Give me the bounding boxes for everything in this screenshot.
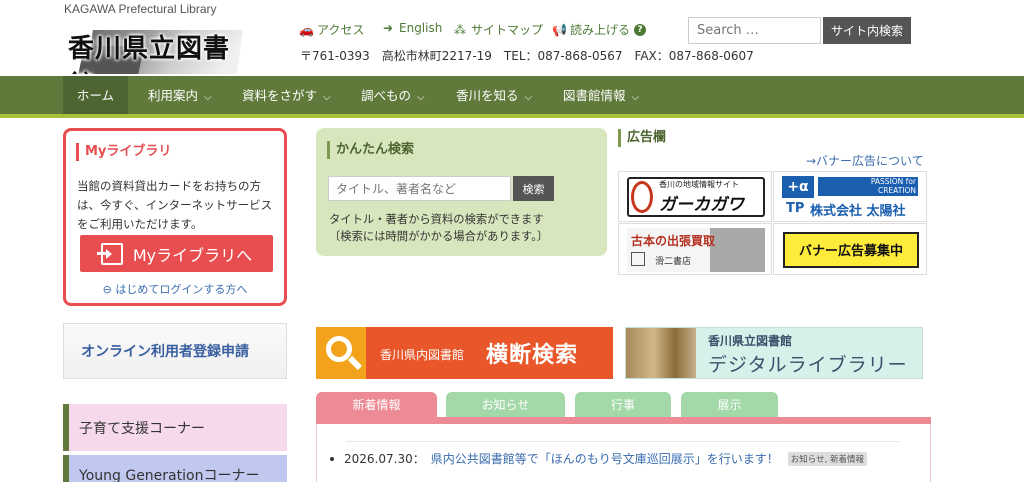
news-item: 2026.07.30： 県内公共図書館等で「ほんのもり号文庫巡回展示」を行います… [330,450,867,467]
ad-banner-furuhon[interactable]: 古本の出張買取 滑二書店 [618,223,772,275]
header-link-sitemap[interactable]: ⁂ サイトマップ [453,21,543,38]
quick-search-input[interactable] [328,176,511,201]
ad-banner-recruit[interactable]: バナー広告募集中 [773,223,927,275]
digital-library-banner[interactable]: 香川県立図書館 デジタルライブラリー [625,327,923,379]
site-search-input[interactable] [688,17,821,44]
logo-text: 香川県立図書館 [68,34,231,74]
banner-label: デジタルライブラリー [708,354,908,376]
first-login-label: はじめてログインする方へ [115,283,248,296]
ads-title: 広告欄 [618,129,666,147]
tab-events[interactable]: 行事 [575,392,671,417]
tab-exhibits[interactable]: 展示 [681,392,778,417]
first-login-link[interactable]: ⊖ はじめてログインする方へ [66,281,284,297]
mylibrary-button-label: Myライブラリへ [132,245,253,265]
bullet-icon [330,456,334,461]
chevron-down-icon: ⌵ [204,92,212,103]
nav-label: 資料をさがす [242,88,318,103]
nav-item-guide[interactable]: 利用案内 ⌵ [148,76,212,114]
site-search-button[interactable]: サイト内検索 [823,17,911,44]
mylibrary-box: Myライブラリ 当館の資料貸出カードをお持ちの方は、今すぐ、インターネットサービ… [63,128,287,306]
megaphone-icon: 📢 [552,22,567,37]
nav-label: 図書館情報 [563,88,626,103]
site-english-name: KAGAWA Prefectural Library [64,2,217,16]
chevron-down-icon: ⌵ [417,92,425,103]
ad-label: 株式会社 太陽社 [810,204,906,219]
ad-label: バナー広告募集中 [798,244,903,259]
banner-ad-about-link[interactable]: →バナー広告について [806,152,924,169]
car-icon: 🚗 [299,22,314,37]
ad-label: ガーカガワ [659,195,744,215]
info-circle-icon: ⊖ [102,283,112,296]
nav-label: 調べもの [361,88,412,103]
taiyosha-tp-icon: TP [786,201,805,216]
chevron-down-icon: ⌵ [631,92,640,103]
banner-label: 香川県内図書館 [380,348,465,362]
nav-label: 利用案内 [148,88,199,103]
header-link-label: サイトマップ [471,23,544,37]
site-logo[interactable]: 香川県立図書館 [66,18,244,74]
quick-search-title: かんたん検索 [327,141,414,159]
nav-label: ホーム [76,88,115,103]
mylibrary-title: Myライブラリ [76,143,171,161]
mylibrary-description: 当館の資料貸出カードをお持ちの方は、今すぐ、インターネットサービスをご利用いただ… [77,179,273,231]
header-link-label: アクセス [317,23,365,37]
book-icon [631,252,645,266]
banner-label: 横断検索 [486,343,579,368]
mylibrary-button[interactable]: Myライブラリへ [80,235,273,272]
nav-item-know-kagawa[interactable]: 香川を知る ⌵ [456,76,532,114]
ad-label: PASSION for CREATION [870,177,916,195]
historical-document-image [626,328,696,378]
quick-search-box: かんたん検索 検索 タイトル・著者から資料の検索ができます 〔検索には時間がかか… [316,128,607,256]
quick-search-button[interactable]: 検索 [513,176,554,201]
news-title-link[interactable]: 県内公共図書館等で「ほんのもり号文庫巡回展示」を行います！ [431,450,779,467]
header-link-label: 読み上げる [570,23,631,37]
question-circle-icon[interactable]: ? [634,23,647,36]
ad-label: 滑二書店 [655,257,692,267]
taiyosha-logo-icon: +α [782,176,814,198]
news-date: 2026.07.30： [344,452,425,466]
young-generation-link[interactable]: Young Generationコーナー [63,455,287,482]
ad-label: 古本の出張買取 [631,234,716,248]
chevron-down-icon: ⌵ [323,92,331,103]
nav-item-research[interactable]: 調べもの ⌵ [361,76,425,114]
ad-banner-gakagawa[interactable]: 香川の地域情報サイト ガーカガワ [618,171,772,222]
tab-underline [316,417,931,424]
tab-notice[interactable]: お知らせ [446,392,565,417]
tab-news[interactable]: 新着情報 [316,392,437,417]
arrow-right-circle-icon: ➜ [382,21,394,35]
header-link-english[interactable]: ➜ English [381,21,442,35]
quick-search-desc-line: タイトル・著者から資料の検索ができます [329,213,544,226]
address-contact: 〒761-0393 高松市林町2217-19 TEL：087-868-0567 … [300,49,754,63]
sitemap-icon: ⁂ [454,22,466,37]
nav-item-library-info[interactable]: 図書館情報 ⌵ [563,76,639,114]
banner-label: 香川県立図書館 [708,334,793,348]
ad-label: 香川の地域情報サイト [659,180,739,189]
ad-banner-taiyosha[interactable]: +α PASSION for CREATION TP 株式会社 太陽社 [773,171,927,222]
parenting-corner-link[interactable]: 子育て支援コーナー [63,404,287,451]
quick-search-description: タイトル・著者から資料の検索ができます 〔検索には時間がかかる場合があります。〕 [329,211,548,245]
quick-search-desc-line: 〔検索には時間がかかる場合があります。〕 [329,230,549,243]
online-registration-link[interactable]: オンライン利用者登録申請 [63,323,287,379]
header-link-read-aloud[interactable]: 📢 読み上げる ? [552,21,647,38]
nav-item-home[interactable]: ホーム [63,76,128,114]
nav-item-find-materials[interactable]: 資料をさがす ⌵ [242,76,331,114]
news-divider [346,441,900,442]
news-tags[interactable]: お知らせ, 新着情報 [787,451,867,466]
header-link-access[interactable]: 🚗 アクセス [299,21,364,38]
nav-label: 香川を知る [456,88,519,103]
chevron-down-icon: ⌵ [524,92,533,103]
cross-search-banner[interactable]: 香川県内図書館 横断検索 [316,327,613,379]
header-link-label: English [399,21,443,35]
login-icon [96,242,123,265]
main-nav: ホーム 利用案内 ⌵ 資料をさがす ⌵ 調べもの ⌵ 香川を知る ⌵ 図書館情報 ⌵ [0,76,1024,118]
